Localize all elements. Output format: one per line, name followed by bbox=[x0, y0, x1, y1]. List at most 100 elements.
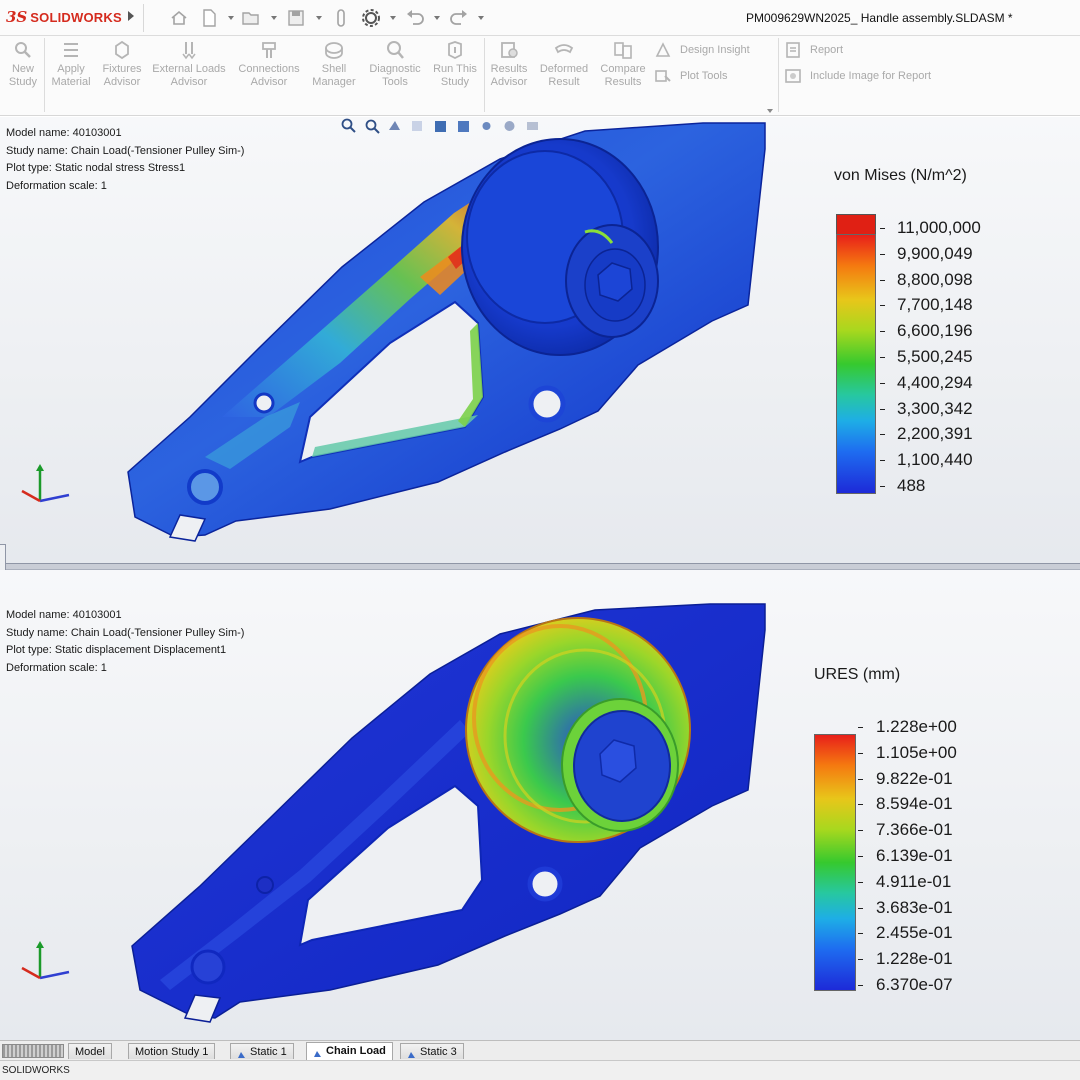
shell-manager-label-2: Manager bbox=[312, 76, 356, 88]
legend-value-label: 4,400,294 bbox=[897, 372, 973, 392]
report-button[interactable]: Report bbox=[784, 41, 843, 59]
reference-triad-icon bbox=[21, 464, 70, 503]
connections-advisor-button[interactable]: Connections Advisor bbox=[234, 40, 304, 89]
save-icon[interactable] bbox=[285, 8, 307, 28]
external-loads-advisor-button[interactable]: External Loads Advisor bbox=[150, 40, 228, 89]
legend-tick bbox=[858, 933, 863, 935]
diagnostic-tools-label-1: Diagnostic bbox=[369, 63, 421, 75]
stress-legend-cap bbox=[836, 214, 876, 235]
tab-scroll-arrows[interactable] bbox=[2, 1044, 64, 1058]
legend-value-label: 7,700,148 bbox=[897, 295, 973, 315]
undo-icon[interactable] bbox=[404, 8, 426, 28]
legend-tick bbox=[858, 804, 863, 806]
solidworks-menu-button[interactable]: 3S SOLIDWORKS bbox=[6, 8, 122, 26]
design-insight-icon bbox=[655, 42, 671, 57]
legend-value-label: 6.139e-01 bbox=[876, 846, 953, 865]
tab-chain-load[interactable]: Chain Load bbox=[306, 1042, 393, 1060]
run-study-label-1: Run This bbox=[433, 63, 477, 75]
fixtures-advisor-button[interactable]: Fixtures Advisor bbox=[99, 40, 145, 89]
shell-manager-button[interactable]: Shell Manager bbox=[310, 40, 358, 89]
tab-static-1[interactable]: Static 1 bbox=[230, 1043, 294, 1059]
legend-value-label: 8,800,098 bbox=[897, 269, 973, 289]
results-advisor-button[interactable]: Results Advisor bbox=[487, 40, 531, 89]
apply-material-button[interactable]: Apply Material bbox=[48, 40, 94, 89]
shell-manager-label-1: Shell bbox=[321, 63, 347, 75]
title-bar: 3S SOLIDWORKS PM009629WN2025_ Handle ass… bbox=[0, 0, 1080, 36]
study-icon bbox=[407, 1048, 416, 1059]
compare-results-button[interactable]: Compare Results bbox=[597, 40, 649, 89]
toolbar-divider bbox=[143, 4, 144, 32]
plot-tools-icon bbox=[655, 70, 671, 82]
legend-value-label: 488 bbox=[897, 476, 926, 495]
connections-advisor-label-1: Connections bbox=[238, 63, 300, 75]
tab-static-3[interactable]: Static 3 bbox=[400, 1043, 464, 1059]
legend-tick bbox=[858, 778, 863, 780]
study-icon bbox=[237, 1048, 246, 1059]
legend-value-label: 1.228e-01 bbox=[876, 949, 953, 969]
diagnostic-tools-label-2: Tools bbox=[382, 76, 408, 88]
tab-label: Model bbox=[75, 1046, 105, 1058]
bottom-tab-bar: Model Motion Study 1 Static 1 Chain Load… bbox=[0, 1040, 1080, 1060]
legend-tick bbox=[880, 305, 885, 307]
external-loads-icon bbox=[182, 42, 196, 60]
legend-tick bbox=[880, 434, 885, 436]
plot-tools-label: Plot Tools bbox=[680, 70, 728, 82]
results-advisor-icon bbox=[501, 42, 518, 58]
diagnostic-tools-button[interactable]: Diagnostic Tools bbox=[364, 40, 426, 89]
tab-model[interactable]: Model bbox=[68, 1043, 112, 1059]
report-label: Report bbox=[810, 44, 844, 56]
legend-tick bbox=[858, 959, 863, 961]
open-icon[interactable] bbox=[240, 8, 262, 28]
deformed-result-button[interactable]: Deformed Result bbox=[536, 40, 592, 89]
mount-hole-right bbox=[527, 866, 563, 902]
mount-hole-right bbox=[528, 385, 566, 423]
document-title: PM009629WN2025_ Handle assembly.SLDASM * bbox=[746, 11, 1013, 25]
tab-label: Static 1 bbox=[250, 1046, 287, 1058]
include-image-button[interactable]: Include Image for Report bbox=[784, 67, 931, 85]
design-insight-button[interactable]: Design Insight bbox=[654, 41, 750, 59]
deformed-result-icon bbox=[554, 44, 574, 54]
results-advisor-label-2: Advisor bbox=[490, 76, 528, 88]
run-this-study-button[interactable]: Run This Study bbox=[430, 40, 480, 89]
plot-tools-button[interactable]: Plot Tools bbox=[654, 67, 728, 85]
legend-value-label: 9,900,049 bbox=[897, 243, 973, 263]
new-study-label-1: New bbox=[11, 63, 34, 75]
stress-legend-title: von Mises (N/m^2) bbox=[834, 167, 967, 184]
new-study-button[interactable]: New Study bbox=[6, 40, 40, 89]
stress-legend-colorbar bbox=[836, 234, 876, 494]
diagnostic-tools-icon bbox=[387, 41, 404, 59]
home-icon[interactable] bbox=[168, 8, 190, 28]
tab-motion-study-1[interactable]: Motion Study 1 bbox=[128, 1043, 216, 1059]
legend-tick bbox=[880, 357, 885, 358]
solidworks-logo-text: SOLIDWORKS bbox=[30, 9, 122, 25]
ds-logo: 3S bbox=[6, 8, 28, 26]
legend-tick bbox=[858, 856, 863, 857]
new-document-icon[interactable] bbox=[198, 8, 220, 28]
legend-value-label: 3.683e-01 bbox=[876, 897, 953, 917]
menu-expand-arrow-icon[interactable] bbox=[128, 11, 134, 21]
stress-plot-viewport[interactable]: Model name: 40103001 Study name: Chain L… bbox=[0, 117, 1080, 563]
legend-tick bbox=[880, 228, 885, 229]
legend-value-label: 6,600,196 bbox=[897, 321, 973, 341]
mount-hole-small bbox=[256, 876, 274, 894]
compare-results-icon bbox=[614, 42, 632, 59]
displacement-plot-viewport[interactable]: Model name: 40103001 Study name: Chain L… bbox=[0, 570, 1080, 1040]
legend-tick bbox=[880, 486, 885, 487]
settings-gear-icon[interactable] bbox=[360, 8, 382, 28]
legend-value-label: 1,100,440 bbox=[897, 450, 973, 470]
legend-tick bbox=[858, 881, 863, 883]
legend-tick bbox=[858, 907, 863, 909]
apply-material-icon bbox=[64, 43, 78, 57]
attach-icon[interactable] bbox=[330, 8, 352, 28]
viewport-splitter[interactable] bbox=[0, 563, 1080, 570]
tab-label: Motion Study 1 bbox=[135, 1046, 209, 1058]
legend-value-label: 8.594e-01 bbox=[876, 794, 953, 814]
deformed-result-label-1: Deformed bbox=[539, 63, 589, 75]
legend-value-label: 3,300,342 bbox=[897, 398, 973, 418]
new-study-label-2: Study bbox=[8, 76, 38, 88]
shell-manager-icon bbox=[325, 42, 343, 59]
legend-value-label: 9.822e-01 bbox=[876, 768, 953, 788]
include-image-icon bbox=[785, 69, 801, 83]
redo-icon[interactable] bbox=[448, 8, 470, 28]
plot-tools-dropdown-icon[interactable] bbox=[767, 109, 773, 113]
